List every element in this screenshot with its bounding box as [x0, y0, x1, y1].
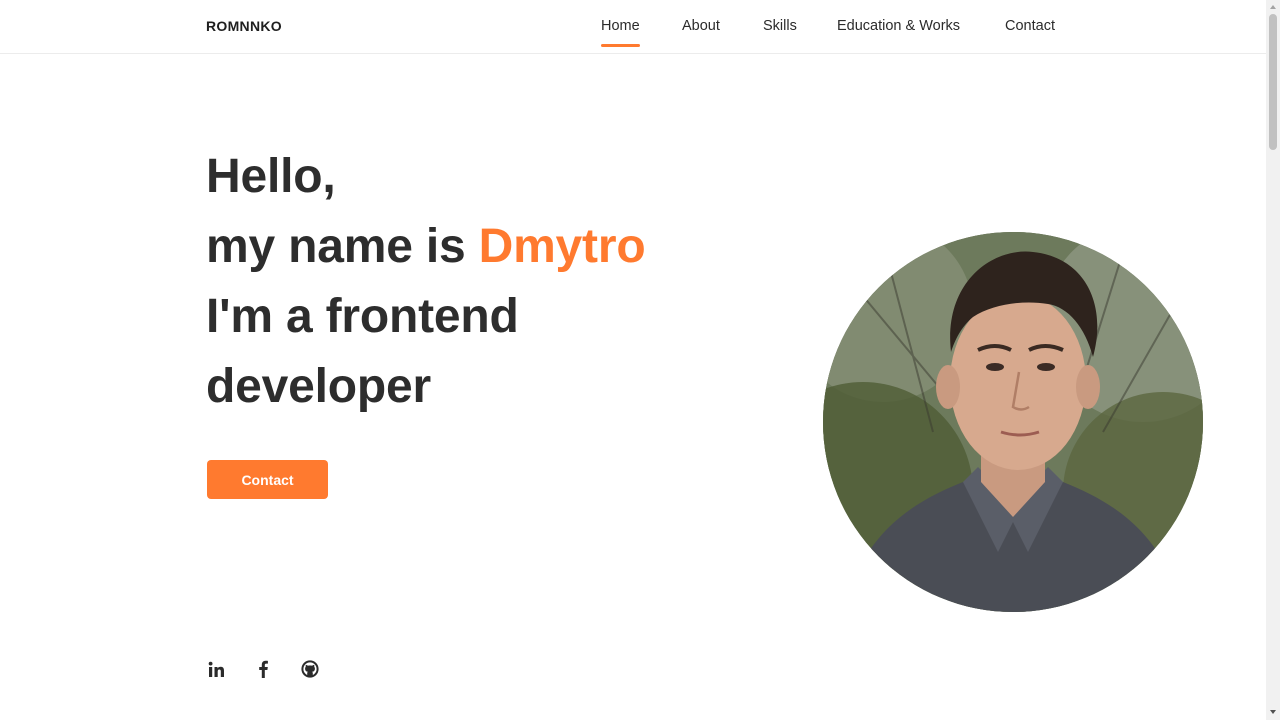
github-icon[interactable] — [299, 658, 321, 680]
page: ROMNNKO Home About Skills Education & Wo… — [0, 0, 1280, 720]
hero-name-prefix: my name is — [206, 220, 479, 273]
site-logo[interactable]: ROMNNKO — [206, 18, 282, 34]
contact-button[interactable]: Contact — [207, 460, 328, 499]
site-header: ROMNNKO Home About Skills Education & Wo… — [0, 0, 1266, 54]
nav-contact[interactable]: Contact — [1005, 18, 1055, 34]
nav-home[interactable]: Home — [601, 18, 640, 47]
hero-role-line2: developer — [206, 360, 431, 413]
hero-greeting: Hello, — [206, 150, 336, 203]
hero-heading: Hello, my name is Dmytro I'm a frontend … — [206, 142, 646, 422]
nav-skills[interactable]: Skills — [763, 18, 797, 34]
profile-photo — [823, 232, 1203, 612]
nav-education-works[interactable]: Education & Works — [837, 18, 960, 34]
page-scrollbar[interactable] — [1266, 0, 1280, 720]
linkedin-icon[interactable] — [205, 658, 227, 680]
portrait-photo-icon — [823, 232, 1203, 612]
scroll-thumb[interactable] — [1269, 14, 1277, 150]
facebook-icon[interactable] — [252, 658, 274, 680]
scroll-down-icon[interactable] — [1269, 708, 1277, 716]
hero-role-line1: I'm a frontend — [206, 290, 519, 343]
nav-about[interactable]: About — [682, 18, 720, 34]
hero-name: Dmytro — [478, 220, 646, 273]
scroll-up-icon[interactable] — [1269, 3, 1277, 11]
